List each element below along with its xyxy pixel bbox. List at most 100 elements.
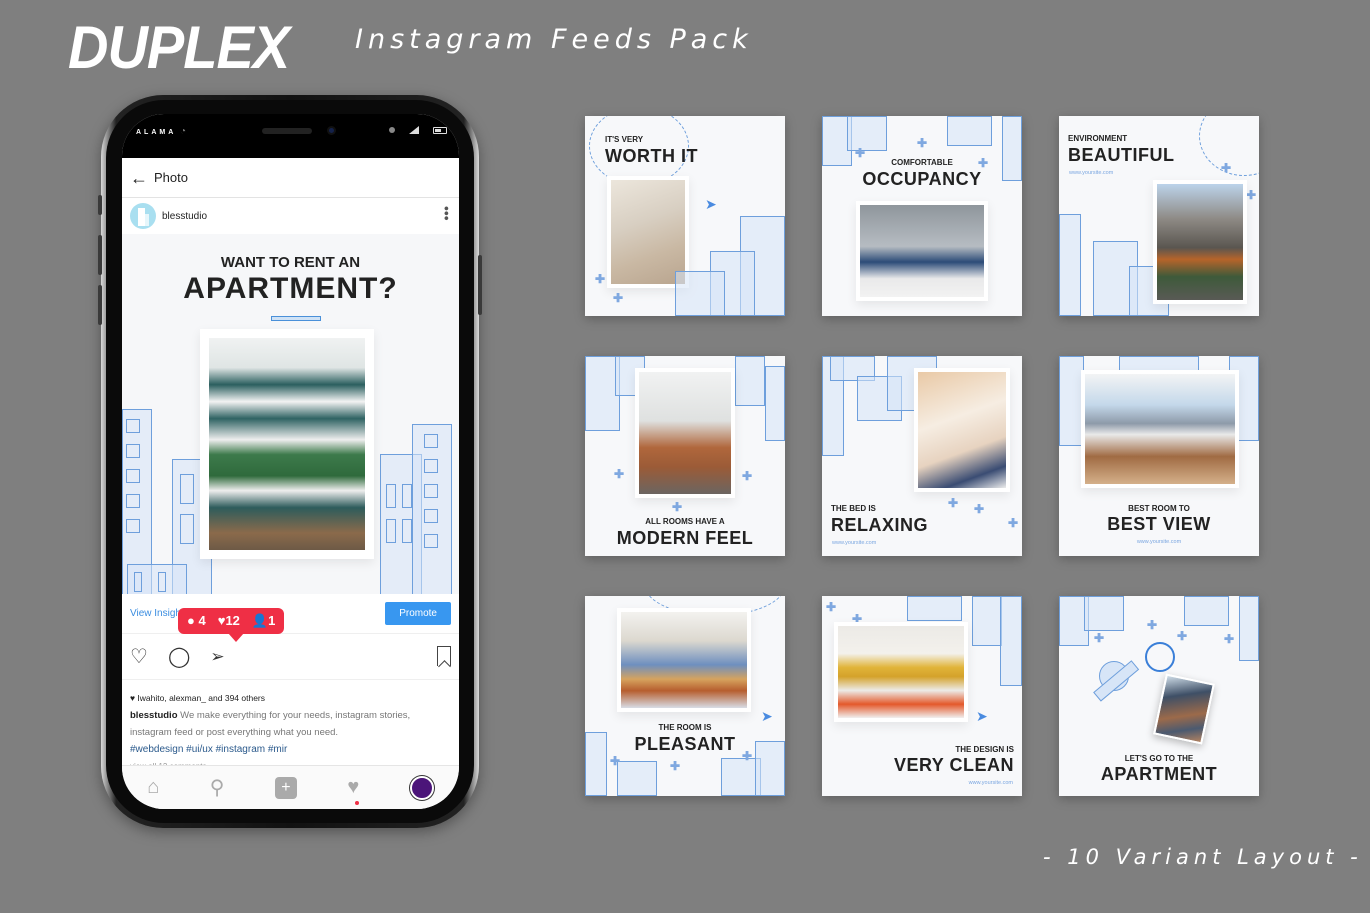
card-title: VERY CLEAN [893, 755, 1014, 775]
share-icon[interactable]: ➢ [210, 647, 224, 667]
add-post-icon[interactable]: + [274, 776, 297, 799]
card-title: MODERN FEEL [616, 528, 754, 548]
plus-sparkle-icon: ✚ [1094, 631, 1105, 645]
card-subtitle: THE DESIGN IS [955, 745, 1014, 754]
profile-avatar-icon[interactable] [409, 775, 434, 800]
post-subtitle: WANT TO RENT AN [220, 254, 361, 271]
card-title: APARTMENT [1100, 764, 1218, 784]
search-icon[interactable]: ⚲ [210, 775, 225, 800]
activity-notification-bubble[interactable]: ● 4 ♥12 👤1 [178, 608, 285, 642]
post-title: APARTMENT? [183, 272, 398, 305]
phone-volume-down [98, 285, 102, 325]
key-ring [1145, 642, 1175, 672]
feed-card[interactable]: ✚ ✚ ✚ THE BED IS RELAXING www.yoursite.c… [822, 356, 1022, 556]
likes-text[interactable]: Iwahito, alexman_ and 394 others [137, 693, 265, 703]
building-outline [1239, 596, 1259, 661]
alarm-icon [389, 127, 395, 133]
feed-card[interactable]: BEST ROOM TO BEST VIEW www.yoursite.com [1059, 356, 1259, 556]
plus-sparkle-icon: ✚ [917, 136, 928, 150]
card-subtitle: THE ROOM IS [658, 723, 712, 732]
post-meta: ♥ Iwahito, alexman_ and 394 others bless… [122, 680, 459, 775]
speaker-grille [262, 128, 312, 134]
carrier-label: ALAMA [136, 129, 177, 136]
building-outline [907, 596, 962, 621]
feed-card[interactable]: ✚ ✚ ✚ COMFORTABLE OCCUPANCY [822, 116, 1022, 316]
post-header: blesstudio ••• [122, 198, 459, 234]
stamp-frame [853, 198, 991, 304]
card-title: WORTH IT [605, 146, 698, 166]
card-subtitle: BEST ROOM TO [1128, 504, 1190, 513]
stamp-frame [1150, 177, 1250, 307]
feed-card[interactable]: IT'S VERY WORTH IT ➤ ✚ ✚ [585, 116, 785, 316]
card-title: RELAXING [831, 515, 929, 535]
page-title: Photo [154, 170, 188, 185]
feed-card[interactable]: ➤ THE ROOM IS PLEASANT ✚ ✚ ✚ [585, 596, 785, 796]
hashtags[interactable]: #webdesign #ui/ux #instagram #mir [130, 741, 451, 758]
card-subtitle: THE BED IS [831, 504, 876, 513]
person-icon: 👤 [251, 613, 269, 628]
phone-volume-up [98, 235, 102, 275]
feed-card[interactable]: ✚ ✚ ➤ THE DESIGN IS VERY CLEAN www.yours… [822, 596, 1022, 796]
plus-sparkle-icon: ✚ [595, 272, 606, 286]
stamp-frame [614, 605, 754, 715]
tagline: Instagram Feeds Pack [355, 24, 753, 55]
stamp-frame [197, 326, 377, 562]
building-outline [1084, 596, 1124, 631]
notif-followers-count: 1 [268, 613, 276, 628]
comment-bubble-icon: ● [187, 613, 195, 628]
card-subtitle: ENVIRONMENT [1068, 134, 1128, 143]
card-title: BEST VIEW [1107, 514, 1211, 534]
status-bar: ALAMA ◔ [122, 114, 459, 158]
wifi-icon: ◔ [180, 126, 187, 137]
feed-card[interactable]: ✚ ✚ ✚ ✚ LET'S GO TO THE APARTMENT [1059, 596, 1259, 796]
card-title: OCCUPANCY [862, 169, 982, 189]
activity-heart-icon[interactable]: ♥ [347, 776, 360, 805]
card-subtitle: COMFORTABLE [891, 158, 953, 167]
plus-sparkle-icon: ✚ [974, 502, 985, 516]
plus-sparkle-icon: ✚ [1246, 188, 1257, 202]
home-icon[interactable]: ⌂ [147, 776, 159, 799]
card-url: www.yoursite.com [968, 780, 1013, 786]
card-url: www.yoursite.com [1069, 170, 1114, 176]
building-outline [755, 741, 785, 796]
building-outline [847, 116, 887, 151]
building-outline [1184, 596, 1229, 626]
title-underline [271, 316, 321, 321]
top-bar: ← Photo [122, 158, 459, 198]
minimal-living-room-photo [838, 626, 964, 718]
plus-sparkle-icon: ✚ [1224, 632, 1235, 646]
feed-card[interactable]: ✚ ✚ ✚ ALL ROOMS HAVE A MODERN FEEL [585, 356, 785, 556]
building-outline [617, 761, 657, 796]
more-options-icon[interactable]: ••• [439, 206, 455, 221]
attic-bedroom-photo [918, 372, 1006, 488]
notif-followers: 👤1 [252, 613, 275, 629]
comment-icon[interactable]: ◯ [168, 644, 190, 669]
plus-sparkle-icon: ✚ [614, 467, 625, 481]
stamp-frame [911, 365, 1013, 495]
feed-card[interactable]: ENVIRONMENT BEAUTIFUL www.yoursite.com ✚… [1059, 116, 1259, 316]
building-outline [972, 596, 1002, 646]
living-room-photo [611, 180, 685, 284]
bookmark-icon[interactable] [437, 646, 451, 666]
dining-room-view-photo [1085, 374, 1235, 484]
notif-likes-count: 12 [225, 613, 240, 628]
apartment-building-photo [209, 338, 365, 550]
like-icon[interactable]: ♡ [130, 644, 148, 669]
card-title: BEAUTIFUL [1068, 145, 1175, 165]
insights-bar: View Insights Promote [122, 594, 459, 634]
stamp-frame [831, 619, 971, 725]
post-actions: ♡ ◯ ➢ [122, 634, 459, 680]
avatar[interactable] [130, 203, 156, 229]
post-username[interactable]: blesstudio [162, 211, 207, 222]
plus-sparkle-icon: ✚ [670, 759, 681, 773]
plus-sparkle-icon: ✚ [1221, 161, 1232, 175]
back-arrow-icon[interactable]: ← [130, 169, 148, 187]
plus-sparkle-icon: ✚ [672, 500, 683, 514]
lounge-room-photo [621, 612, 747, 708]
battery-icon [433, 126, 447, 134]
caption-username[interactable]: blesstudio [130, 710, 178, 721]
stamp-frame [632, 365, 738, 501]
building-outline [1000, 596, 1022, 686]
notif-comments-count: 4 [198, 613, 206, 628]
promote-button[interactable]: Promote [385, 602, 451, 625]
